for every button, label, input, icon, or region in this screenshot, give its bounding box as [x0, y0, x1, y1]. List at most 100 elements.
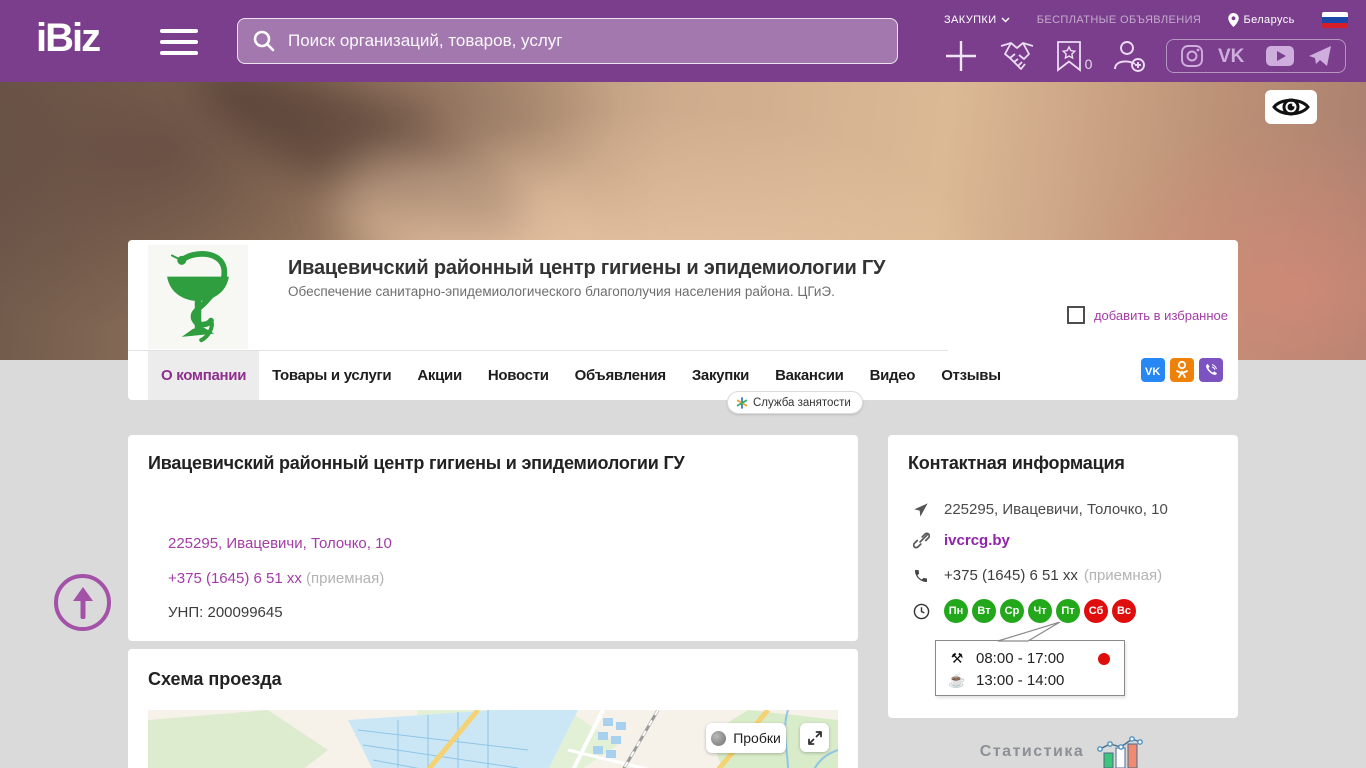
schedule-tooltip-pointer	[988, 622, 1078, 642]
navigation-arrow-icon	[911, 502, 931, 518]
employment-service-label: Служба занятости	[753, 397, 851, 409]
arrow-up-icon	[70, 587, 96, 619]
traffic-light-icon	[711, 731, 726, 746]
favorite-checkbox[interactable]	[1067, 306, 1085, 324]
nav-zakupki[interactable]: ЗАКУПКИ	[944, 14, 1010, 26]
top-nav: ЗАКУПКИ БЕСПЛАТНЫЕ ОБЪЯВЛЕНИЯ Беларусь	[944, 12, 1348, 28]
odnoklassniki-social-icon[interactable]	[1170, 358, 1194, 382]
company-social-links: VK	[1141, 358, 1223, 382]
bookmark-star-icon	[1056, 40, 1082, 72]
header-icon-row: 0 VK	[944, 36, 1346, 76]
tab-reviews[interactable]: Отзывы	[928, 350, 1014, 400]
working-hours-tooltip: ⚒ 08:00 - 17:00 ☕ 13:00 - 14:00	[935, 640, 1125, 696]
eye-icon	[1272, 95, 1310, 119]
handshake-icon	[997, 40, 1037, 72]
viber-social-icon[interactable]	[1199, 358, 1223, 382]
bookmarks-button[interactable]: 0	[1056, 40, 1093, 72]
top-header: iBiz ЗАКУПКИ БЕСПЛАТНЫЕ ОБЪЯВЛЕНИЯ Белар…	[0, 0, 1366, 82]
link-icon	[911, 532, 931, 549]
route-map-card: Схема проезда	[128, 649, 858, 768]
youtube-icon[interactable]	[1266, 46, 1294, 66]
website-link[interactable]: ivcrcg.by	[944, 532, 1010, 549]
employment-service-badge[interactable]: Служба занятости	[727, 391, 863, 414]
expand-icon	[807, 730, 823, 746]
day-pill-Вс[interactable]: Вс	[1112, 599, 1136, 623]
employment-service-icon	[736, 397, 748, 409]
vk-icon[interactable]: VK	[1218, 46, 1252, 66]
clock-icon	[911, 603, 931, 620]
day-pill-Пн[interactable]: Пн	[944, 599, 968, 623]
header-social-links: VK	[1166, 39, 1346, 73]
phone-note: (приемная)	[306, 570, 384, 587]
scroll-to-top-button[interactable]	[54, 574, 111, 631]
tab-video[interactable]: Видео	[857, 350, 929, 400]
chevron-down-icon	[1001, 17, 1010, 23]
partnership-button[interactable]	[997, 40, 1037, 72]
contact-website-row: ivcrcg.by	[911, 532, 1010, 549]
russia-flag-icon[interactable]	[1322, 12, 1348, 28]
statistics-chart-icon	[1094, 735, 1146, 768]
bowl-of-hygieia-icon	[157, 249, 239, 345]
add-to-favorites[interactable]: добавить в избранное	[1067, 306, 1228, 324]
phone-icon	[911, 568, 931, 584]
vk-social-icon[interactable]: VK	[1141, 358, 1165, 382]
break-hours-row: ☕ 13:00 - 14:00	[948, 669, 1114, 691]
company-tabs: О компанииТовары и услугиАкцииНовостиОбъ…	[128, 350, 1238, 400]
day-pill-Пт[interactable]: Пт	[1056, 599, 1080, 623]
user-add-icon	[1111, 39, 1147, 73]
page: iBiz ЗАКУПКИ БЕСПЛАТНЫЕ ОБЪЯВЛЕНИЯ Белар…	[0, 0, 1366, 768]
tab-promotions[interactable]: Акции	[404, 350, 475, 400]
company-description: Обеспечение санитарно-эпидемиологическог…	[288, 284, 835, 299]
tab-news[interactable]: Новости	[475, 350, 562, 400]
status-dot	[1098, 653, 1110, 665]
instagram-icon[interactable]	[1180, 44, 1204, 68]
about-title: Ивацевичский районный центр гигиены и эп…	[148, 453, 684, 474]
add-button[interactable]	[944, 39, 978, 73]
company-header-card: Ивацевичский районный центр гигиены и эп…	[128, 240, 1238, 400]
tab-products[interactable]: Товары и услуги	[259, 350, 404, 400]
company-name: Ивацевичский районный центр гигиены и эп…	[288, 257, 885, 280]
about-address-row: 225295, Ивацевичи, Толочко, 10	[168, 535, 392, 552]
map-fullscreen-button[interactable]	[800, 723, 829, 752]
route-map-title: Схема проезда	[148, 669, 282, 690]
day-pill-Чт[interactable]: Чт	[1028, 599, 1052, 623]
about-company-card: Ивацевичский районный центр гигиены и эп…	[128, 435, 858, 641]
traffic-label: Пробки	[733, 730, 781, 746]
company-phone-link[interactable]: +375 (1645) 6 51 xx	[168, 570, 302, 587]
nav-country[interactable]: Беларусь	[1228, 13, 1294, 27]
telegram-icon[interactable]	[1308, 45, 1332, 67]
hamburger-menu-icon[interactable]	[160, 29, 198, 55]
bookmarks-count: 0	[1085, 56, 1093, 72]
search-bar	[237, 18, 898, 64]
tab-ads[interactable]: Объявления	[562, 350, 679, 400]
location-pin-icon	[1228, 13, 1239, 27]
contact-info-title: Контактная информация	[908, 453, 1125, 474]
day-pill-Сб[interactable]: Сб	[1084, 599, 1108, 623]
work-hours-row: ⚒ 08:00 - 17:00	[948, 647, 1114, 669]
contact-phone: +375 (1645) 6 51 xx	[944, 567, 1078, 584]
svg-text:VK: VK	[1218, 46, 1245, 66]
contact-address-row: 225295, Ивацевичи, Толочко, 10	[911, 501, 1168, 518]
tab-about[interactable]: О компании	[148, 350, 259, 400]
company-address-link[interactable]: 225295, Ивацевичи, Толочко, 10	[168, 535, 392, 552]
workdays: ПнВтСрЧтПтСбВс	[944, 599, 1136, 623]
contact-phone-note: (приемная)	[1084, 567, 1162, 584]
work-hours: 08:00 - 17:00	[976, 650, 1064, 667]
search-input[interactable]	[276, 31, 897, 51]
day-pill-Вт[interactable]: Вт	[972, 599, 996, 623]
about-phone-row: +375 (1645) 6 51 xx (приемная)	[168, 570, 384, 587]
statistics-link[interactable]: Статистика	[888, 735, 1238, 768]
map-canvas[interactable]: Холопья Пробки	[148, 710, 838, 768]
day-pill-Ср[interactable]: Ср	[1000, 599, 1024, 623]
nav-free-ads[interactable]: БЕСПЛАТНЫЕ ОБЪЯВЛЕНИЯ	[1037, 14, 1202, 26]
tools-icon: ⚒	[948, 650, 966, 667]
accessibility-eye-button[interactable]	[1265, 90, 1317, 124]
break-hours: 13:00 - 14:00	[976, 672, 1064, 689]
login-button[interactable]	[1111, 39, 1147, 73]
plus-icon	[944, 39, 978, 73]
svg-text:VK: VK	[1145, 366, 1160, 376]
traffic-button[interactable]: Пробки	[706, 723, 786, 753]
statistics-label: Статистика	[980, 743, 1084, 761]
ibiz-logo[interactable]: iBiz	[36, 16, 99, 61]
contact-schedule-row: ПнВтСрЧтПтСбВс	[911, 599, 1136, 623]
